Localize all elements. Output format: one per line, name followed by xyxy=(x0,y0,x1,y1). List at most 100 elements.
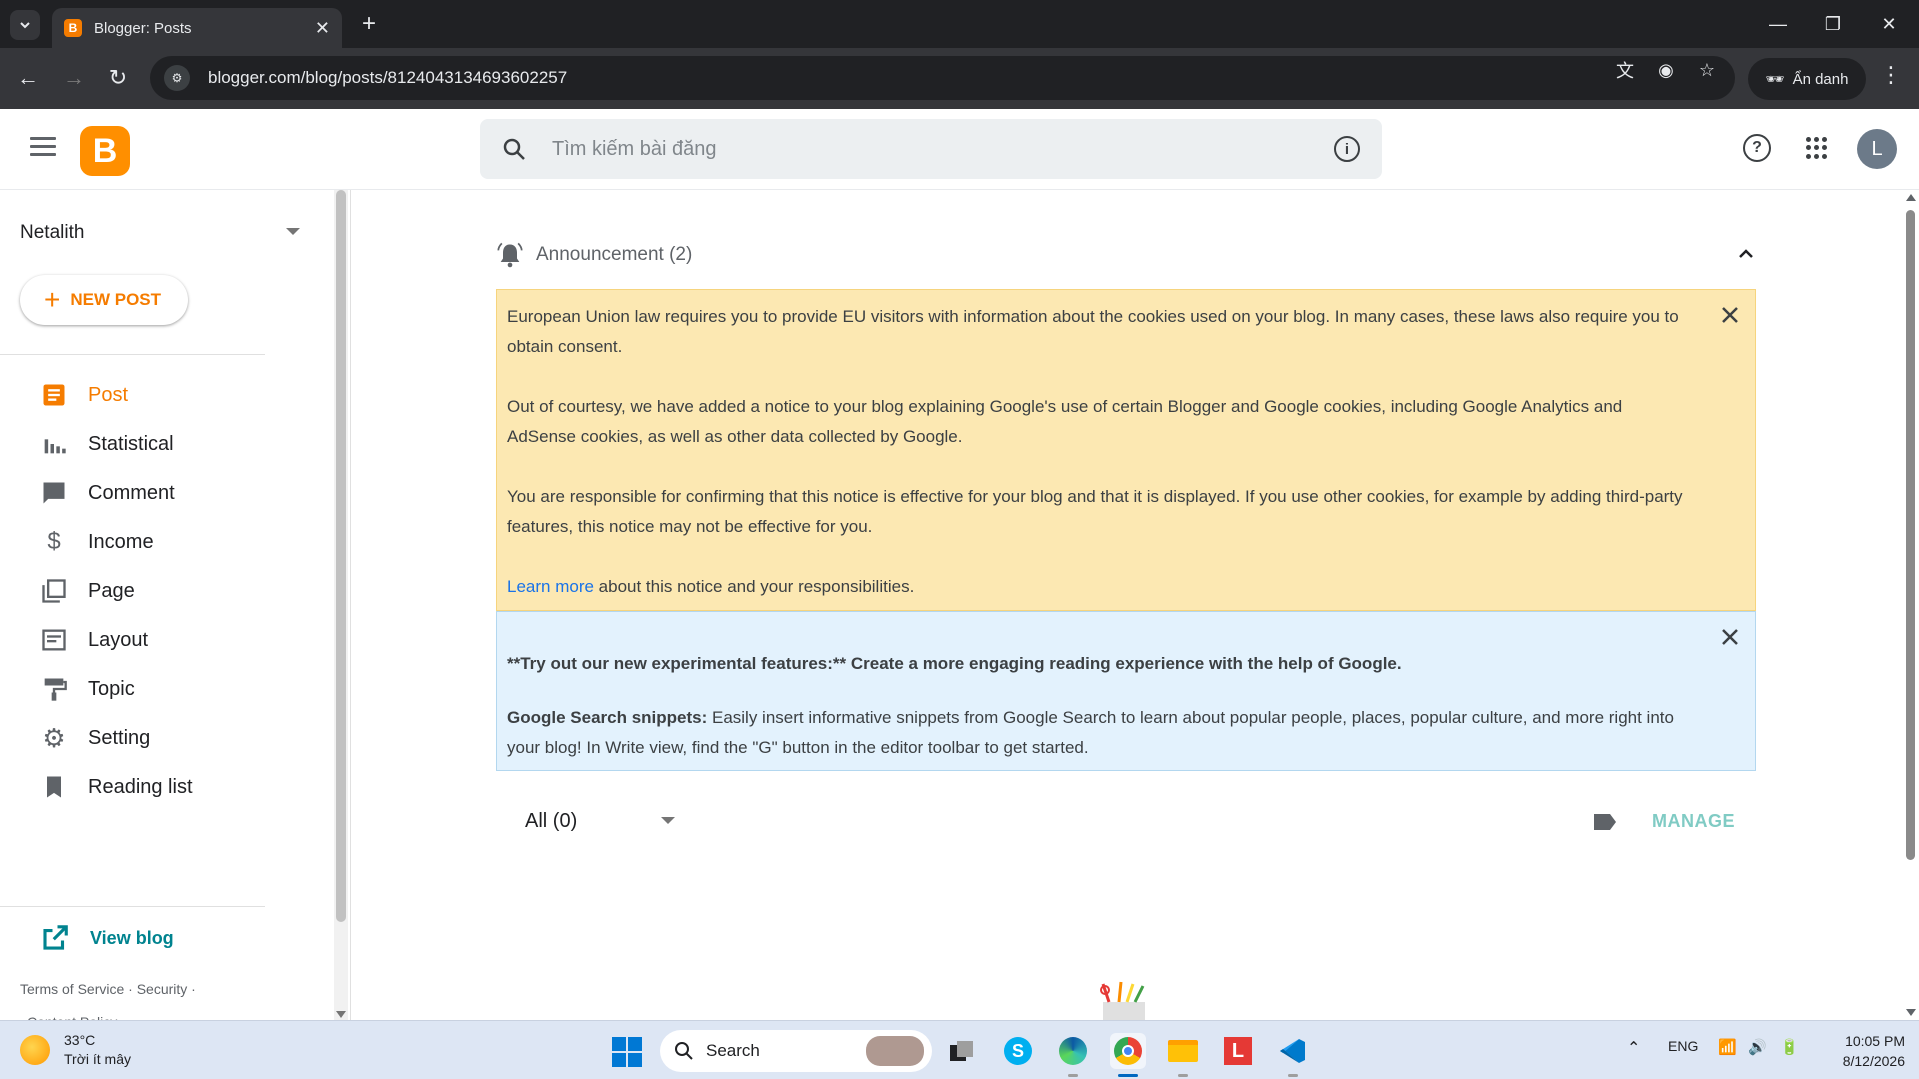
security-link[interactable]: Security xyxy=(137,981,188,997)
close-icon[interactable] xyxy=(1719,304,1741,326)
sidebar-item-topic[interactable]: Topic xyxy=(40,667,280,711)
taskbar-search[interactable]: Search xyxy=(660,1030,932,1072)
learn-more-link[interactable]: Learn more xyxy=(507,577,594,596)
sidebar-scroll-thumb[interactable] xyxy=(336,190,346,922)
task-view-icon[interactable] xyxy=(944,1033,980,1069)
chevron-up-icon[interactable]: ⌃ xyxy=(1627,1038,1640,1058)
sidebar-item-statistical[interactable]: Statistical xyxy=(40,422,280,466)
paint-roller-icon xyxy=(44,678,67,701)
new-post-label: NEW POST xyxy=(70,290,162,309)
dropdown-caret-icon xyxy=(661,817,675,824)
google-apps-icon[interactable] xyxy=(1806,137,1828,159)
view-blog-link[interactable]: View blog xyxy=(40,922,174,954)
back-button[interactable]: ← xyxy=(12,62,44,94)
view-blog-label: View blog xyxy=(90,927,174,948)
search-input[interactable] xyxy=(552,137,1334,161)
browser-menu-icon[interactable]: ⋮ xyxy=(1880,62,1902,88)
label-tag-icon[interactable] xyxy=(1592,812,1618,832)
terms-link[interactable]: Terms of Service xyxy=(20,981,124,997)
wifi-icon[interactable]: 📶 xyxy=(1718,1038,1737,1056)
language-indicator[interactable]: ENG xyxy=(1668,1038,1698,1054)
notice-paragraph: Out of courtesy, we have added a notice … xyxy=(507,397,1623,446)
page-scroll-thumb[interactable] xyxy=(1906,210,1915,860)
bookmark-star-icon[interactable]: ☆ xyxy=(1694,58,1720,82)
page-scrollbar[interactable] xyxy=(1902,190,1919,1020)
edge-icon[interactable] xyxy=(1055,1033,1091,1077)
eye-off-icon[interactable]: ◉ xyxy=(1653,58,1679,82)
site-info-icon[interactable]: ⚙ xyxy=(164,65,190,91)
sidebar-divider xyxy=(0,354,265,355)
partly-cloudy-icon xyxy=(20,1035,50,1065)
battery-icon[interactable]: 🔋 xyxy=(1780,1038,1799,1056)
skype-icon[interactable]: S xyxy=(1000,1033,1036,1069)
blog-selector[interactable]: Netalith xyxy=(20,218,300,248)
dollar-icon: $ xyxy=(47,528,61,555)
sidebar-item-layout[interactable]: Layout xyxy=(40,618,280,662)
browser-tab-active[interactable]: B Blogger: Posts ✕ xyxy=(52,8,342,48)
search-bar[interactable]: i xyxy=(480,119,1382,179)
layout-icon xyxy=(42,629,66,651)
sidebar: Netalith + NEW POST Post Statistical Com… xyxy=(0,190,348,1030)
translate-icon[interactable]: 文 xyxy=(1612,58,1638,82)
notice-text: about this notice and your responsibilit… xyxy=(593,577,915,596)
close-window-button[interactable]: ✕ xyxy=(1866,8,1912,40)
restore-button[interactable]: ❐ xyxy=(1810,8,1856,40)
announcement-header[interactable]: Announcement (2) xyxy=(496,238,1756,272)
notice-paragraph: You are responsible for confirming that … xyxy=(507,487,1683,536)
posts-icon xyxy=(43,384,65,406)
scroll-up-arrow-icon[interactable] xyxy=(1906,194,1916,201)
l-app-icon[interactable]: L xyxy=(1220,1033,1256,1069)
sidebar-item-post[interactable]: Post xyxy=(40,373,280,417)
incognito-icon: 🕶 xyxy=(1765,71,1785,88)
info-icon[interactable]: i xyxy=(1334,136,1360,162)
new-post-button[interactable]: + NEW POST xyxy=(20,275,188,325)
weather-widget[interactable]: 33°C Trời ít mây xyxy=(20,1031,131,1069)
sidebar-item-reading-list[interactable]: Reading list xyxy=(40,765,280,809)
sidebar-item-label: Comment xyxy=(88,481,175,504)
search-icon xyxy=(675,1042,693,1060)
tab-close-icon[interactable]: ✕ xyxy=(315,18,330,39)
avatar[interactable]: L xyxy=(1857,129,1897,169)
scroll-down-arrow-icon[interactable] xyxy=(1906,1009,1916,1016)
close-icon[interactable] xyxy=(1719,626,1741,648)
blogger-header: B i ? L xyxy=(0,109,1919,190)
forward-button[interactable]: → xyxy=(58,62,90,94)
blogger-logo[interactable]: B xyxy=(80,126,130,176)
sidebar-item-label: Layout xyxy=(88,628,149,651)
hamburger-menu-icon[interactable] xyxy=(30,137,56,157)
sidebar-item-income[interactable]: $ Income xyxy=(40,520,280,564)
vscode-icon[interactable] xyxy=(1275,1033,1311,1077)
weather-temperature: 33°C xyxy=(64,1032,96,1048)
sidebar-item-comment[interactable]: Comment xyxy=(40,471,280,515)
comment-icon xyxy=(43,482,65,504)
minimize-button[interactable]: — xyxy=(1755,8,1801,40)
reload-button[interactable]: ↻ xyxy=(102,62,134,94)
sidebar-divider xyxy=(0,906,265,907)
gear-icon: ⚙ xyxy=(42,722,66,753)
windows-taskbar: 33°C Trời ít mây Search S L ⌃ ENG 📶 🔊 🔋 … xyxy=(0,1020,1919,1079)
incognito-profile-button[interactable]: 🕶 Ẩn danh xyxy=(1748,58,1866,100)
file-explorer-icon[interactable] xyxy=(1165,1033,1201,1077)
search-highlight-image xyxy=(866,1036,924,1066)
post-filter-dropdown[interactable]: All (0) xyxy=(525,805,675,837)
sidebar-item-setting[interactable]: ⚙ Setting xyxy=(40,716,280,760)
scroll-down-arrow-icon[interactable] xyxy=(336,1011,346,1018)
blog-name: Netalith xyxy=(20,222,85,243)
volume-icon[interactable]: 🔊 xyxy=(1748,1038,1767,1056)
windows-start-icon[interactable] xyxy=(612,1037,642,1067)
chevron-up-icon[interactable] xyxy=(1736,244,1756,264)
taskbar-clock[interactable]: 10:05 PM 8/12/2026 xyxy=(1815,1031,1905,1071)
browser-tab-strip: B Blogger: Posts ✕ + — ❐ ✕ xyxy=(0,0,1919,48)
sidebar-item-label: Income xyxy=(88,530,154,553)
chrome-icon[interactable] xyxy=(1110,1033,1146,1077)
manage-labels-button[interactable]: MANAGE xyxy=(1652,811,1735,832)
address-bar[interactable]: ⚙ blogger.com/blog/posts/812404313469360… xyxy=(150,56,1735,100)
help-icon[interactable]: ? xyxy=(1743,134,1771,162)
new-tab-button[interactable]: + xyxy=(355,10,383,38)
stats-icon xyxy=(44,439,66,454)
sidebar-scrollbar[interactable] xyxy=(334,190,348,1020)
bell-icon xyxy=(497,242,523,268)
pencil-cup-illustration xyxy=(1100,981,1145,1020)
sidebar-item-page[interactable]: Page xyxy=(40,569,280,613)
tab-search-button[interactable] xyxy=(10,10,40,40)
